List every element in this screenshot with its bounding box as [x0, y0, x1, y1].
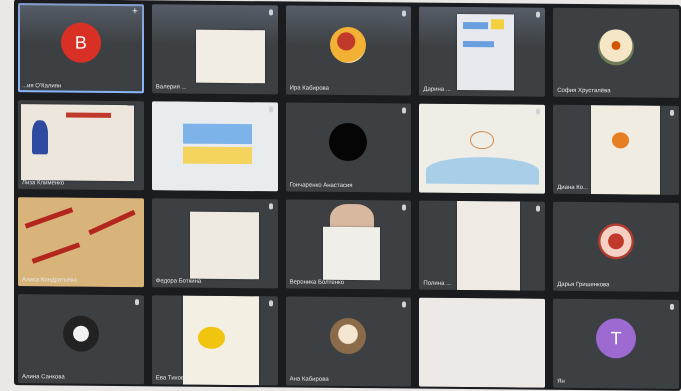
drawing-mark — [88, 210, 137, 236]
drawing-mark — [183, 146, 253, 165]
participant-name: Дарина ... — [423, 86, 451, 93]
participant-name: Ян — [557, 378, 565, 385]
participant-name: Гончаренко Анастасия — [289, 182, 353, 190]
more-options-icon[interactable]: + — [132, 6, 138, 17]
drawing-paper — [183, 295, 259, 386]
avatar: T — [596, 318, 637, 359]
participant-tile[interactable]: B + ...ия О'Калиян — [18, 3, 144, 94]
drawing-paper — [195, 29, 265, 84]
drawing-mark — [31, 242, 81, 265]
participant-name: Дарья Гришенкова — [557, 281, 610, 289]
drawing-mark — [183, 123, 253, 144]
participant-tile[interactable]: Алина Санкова — [18, 294, 144, 385]
drawing-paper — [151, 101, 278, 192]
participant-tile[interactable] — [151, 101, 278, 192]
drawing-mark — [491, 18, 504, 30]
participant-tile[interactable]: Диана Ко... — [553, 104, 679, 195]
mic-icon — [402, 204, 407, 211]
participant-name: Алиса Кондратьева — [22, 277, 77, 284]
drawing-paper — [20, 104, 134, 182]
drawing-paper — [457, 14, 514, 91]
participant-tile[interactable]: Лиза Клименко — [18, 100, 144, 191]
drawing-mark — [462, 40, 494, 47]
participant-tile[interactable]: София Хрусталёва — [553, 7, 679, 98]
participant-tile[interactable] — [419, 103, 546, 194]
mic-icon — [268, 106, 273, 113]
mic-icon — [402, 107, 407, 114]
participant-name: Ира Кабирова — [289, 85, 329, 92]
participant-name: ...ия О'Калиян — [22, 83, 62, 90]
participant-tile[interactable]: Полина ... — [419, 200, 546, 291]
participant-tile[interactable]: Ана Кабирова — [285, 296, 412, 387]
mic-icon — [536, 205, 541, 212]
participant-tile[interactable]: Ева Тихова — [151, 295, 278, 386]
mic-icon — [536, 11, 541, 18]
drawing-paper — [419, 297, 546, 388]
mic-icon — [268, 203, 273, 210]
avatar — [329, 122, 368, 162]
drawing-mark — [462, 21, 489, 30]
drawing-paper — [189, 211, 259, 280]
participant-name: Ева Тихова — [155, 375, 188, 382]
drawing-paper — [18, 197, 144, 288]
mic-icon — [670, 109, 674, 116]
mic-icon — [670, 303, 674, 310]
participant-tile[interactable]: Валерия ... — [151, 4, 278, 95]
drawing-paper — [419, 103, 546, 194]
drawing-paper — [457, 200, 521, 291]
avatar — [62, 315, 99, 352]
participant-tile[interactable]: Алиса Кондратьева — [18, 197, 144, 288]
participant-name: Вероника Болтенко — [289, 279, 345, 286]
drawing-mark — [31, 119, 48, 154]
mic-icon — [402, 301, 407, 308]
participant-name: Полина ... — [423, 280, 452, 287]
participant-tile[interactable]: Дарья Гришенкова — [553, 201, 679, 292]
drawing-paper — [323, 226, 380, 281]
participant-name: Валерия ... — [155, 84, 187, 91]
drawing-paper — [590, 105, 661, 195]
avatar — [330, 318, 367, 355]
avatar — [598, 29, 635, 66]
mic-icon — [268, 300, 273, 307]
participant-tile[interactable]: Федора Боткина — [151, 198, 278, 289]
drawing-mark — [65, 112, 112, 118]
avatar — [330, 27, 367, 64]
drawing-mark — [611, 131, 629, 149]
participant-tile[interactable] — [419, 297, 546, 388]
participant-tile[interactable]: Гончаренко Анастасия — [285, 102, 412, 193]
drawing-mark — [24, 206, 74, 229]
mic-icon — [536, 108, 541, 115]
mic-icon — [134, 299, 139, 306]
avatar — [598, 223, 635, 260]
drawing-mark — [425, 157, 539, 185]
drawing-mark — [469, 130, 495, 149]
participant-name: Алина Санкова — [22, 374, 65, 381]
participant-tile[interactable]: T Ян — [553, 298, 679, 389]
participant-name: Диана Ко... — [557, 184, 589, 192]
participant-name: Федора Боткина — [155, 278, 202, 285]
mic-icon — [268, 9, 273, 16]
participant-name: София Хрусталёва — [557, 87, 611, 95]
participant-name: Лиза Клименко — [22, 180, 65, 187]
participant-name: Ана Кабирова — [289, 376, 329, 383]
participant-tile[interactable]: Ира Кабирова — [285, 5, 412, 96]
participant-grid: B + ...ия О'Калиян Валерия ... Ира Кабир… — [18, 3, 679, 389]
video-call-screen: B + ...ия О'Калиян Валерия ... Ира Кабир… — [14, 0, 681, 391]
participant-tile[interactable]: Дарина ... — [419, 6, 546, 97]
drawing-mark — [198, 326, 225, 350]
avatar: B — [60, 22, 101, 64]
participant-tile[interactable]: Вероника Болтенко — [285, 199, 412, 290]
